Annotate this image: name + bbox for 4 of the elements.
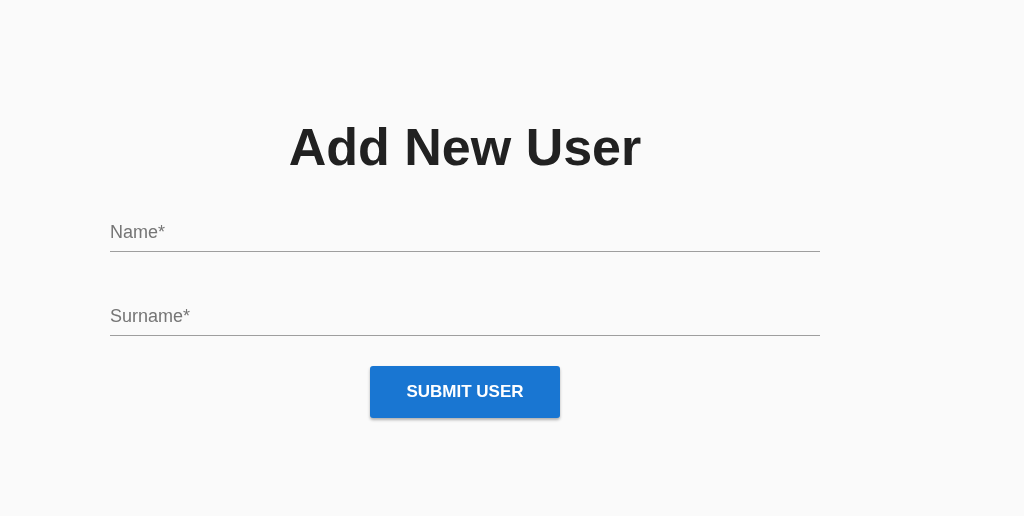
input-field[interactable]: Name*: [110, 218, 820, 253]
input-field[interactable]: Surname*: [110, 302, 820, 337]
page-title: Add New User: [288, 117, 642, 178]
submit-button[interactable]: SUBMIT USER: [370, 366, 560, 419]
